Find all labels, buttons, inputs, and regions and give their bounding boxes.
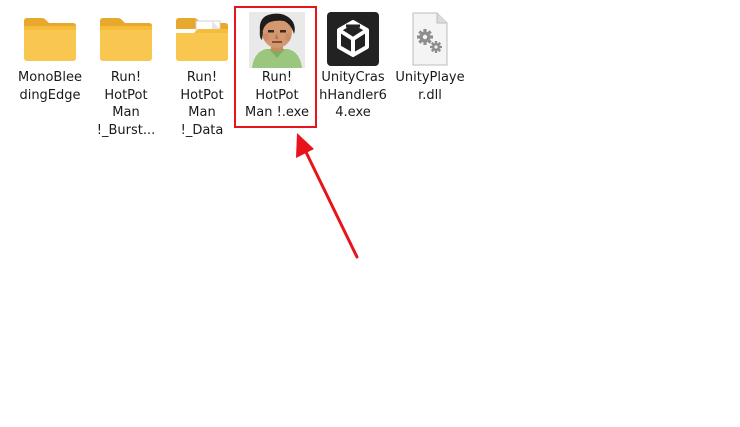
folder-with-document-icon <box>164 10 240 68</box>
file-label: Run! HotPot Man !_Burst... <box>96 70 156 138</box>
unity-cube-icon <box>315 10 391 68</box>
file-label: MonoBlee dingEdge <box>18 70 82 103</box>
file-label: Run! HotPot Man !_Data <box>180 70 224 138</box>
file-label: UnityCras hHandler6 4.exe <box>319 70 387 120</box>
folder-icon <box>88 10 164 68</box>
file-label: UnityPlaye r.dll <box>395 70 465 103</box>
file-label: Run! HotPot Man !.exe <box>245 70 309 120</box>
man-portrait-app-icon <box>239 10 315 68</box>
file-explorer-view: MonoBlee dingEdge Run! HotPot Man !_Burs… <box>0 0 740 427</box>
folder-icon <box>12 10 88 68</box>
dll-gear-file-icon <box>392 10 468 68</box>
